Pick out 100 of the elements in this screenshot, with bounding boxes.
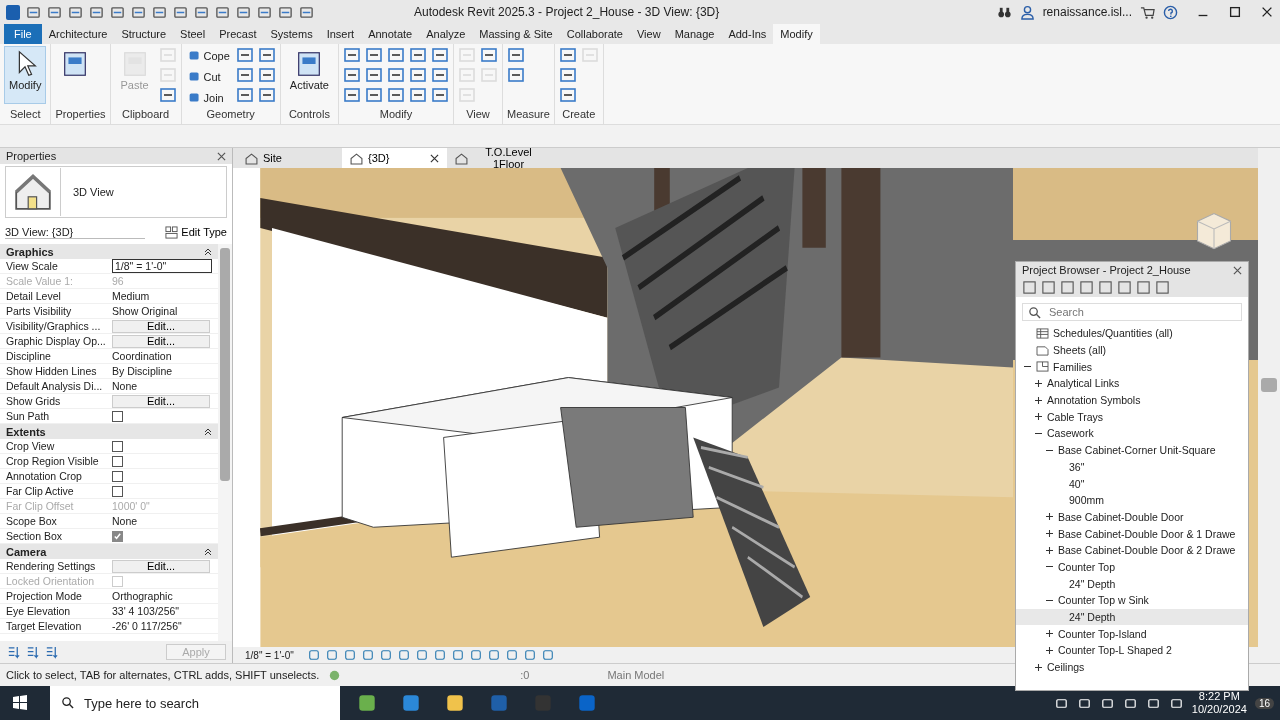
tool-icon[interactable]	[409, 66, 427, 84]
edit-type-button[interactable]: Edit Type	[165, 225, 227, 239]
toolbar-icon[interactable]	[68, 4, 83, 20]
tool-icon[interactable]	[558, 66, 577, 84]
view-control-icon[interactable]	[343, 649, 356, 661]
toolbar-icon[interactable]	[131, 4, 146, 20]
collapse-icon[interactable]	[204, 427, 212, 436]
tree-item[interactable]: Annotation Symbols	[1047, 394, 1141, 407]
plus-icon[interactable]	[1034, 379, 1042, 387]
collapse-icon[interactable]	[204, 547, 212, 556]
view-scale[interactable]: 1/8" = 1'-0"	[245, 649, 294, 661]
clock-date[interactable]: 10/20/2024	[1191, 703, 1247, 716]
panel-label[interactable]: Properties	[55, 108, 106, 122]
tree-item[interactable]: Base Cabinet-Double Door	[1058, 510, 1184, 523]
toolbar-icon[interactable]	[257, 4, 272, 20]
panel-label[interactable]: Select	[4, 108, 47, 122]
tree-item[interactable]: Counter Top-L Shaped 2	[1058, 644, 1172, 657]
view-control-icon[interactable]	[433, 649, 446, 661]
model-dropdown[interactable]: Main Model	[607, 669, 665, 681]
plus-icon[interactable]	[1045, 513, 1053, 521]
edit-button[interactable]: Edit...	[112, 334, 210, 348]
ribbon-tab[interactable]: Massing & Site	[472, 24, 560, 44]
tool-icon[interactable]	[257, 66, 276, 84]
tree-item[interactable]: Casework	[1047, 427, 1094, 440]
tool-icon[interactable]	[235, 66, 254, 84]
sort-icon[interactable]	[25, 644, 40, 660]
ribbon-tab[interactable]: Insert	[319, 24, 362, 44]
view-tab[interactable]: {3D}	[342, 148, 447, 168]
toolbar-icon[interactable]	[299, 4, 314, 20]
ribbon-tab[interactable]: Architecture	[41, 24, 115, 44]
tool-icon[interactable]	[558, 46, 577, 64]
view-control-icon[interactable]	[361, 649, 374, 661]
plus-icon[interactable]	[1045, 546, 1053, 554]
close-icon[interactable]	[430, 153, 439, 163]
tool-icon[interactable]	[343, 66, 361, 84]
taskbar-search-field[interactable]: Type here to search	[50, 686, 340, 720]
app-logo-icon[interactable]	[6, 4, 20, 20]
help-icon[interactable]	[1163, 4, 1178, 20]
checkbox[interactable]	[112, 440, 123, 452]
panel-label[interactable]: Controls	[284, 108, 334, 122]
ribbon-tab[interactable]: View	[630, 24, 668, 44]
sort-icon[interactable]	[44, 644, 59, 660]
panel-label[interactable]: Create	[558, 108, 599, 122]
maximize-icon[interactable]	[1228, 5, 1242, 19]
section-header[interactable]: Graphics	[6, 245, 54, 258]
view-control-icon[interactable]	[451, 649, 464, 661]
browser-tool-icon[interactable]	[1022, 280, 1037, 295]
view-control-icon[interactable]	[415, 649, 428, 661]
checkbox[interactable]	[112, 410, 123, 422]
search-field[interactable]: Search	[1022, 303, 1242, 321]
panel-label[interactable]: Geometry	[185, 108, 276, 122]
ribbon-tab[interactable]: Add-Ins	[721, 24, 774, 44]
tool-icon[interactable]	[343, 46, 361, 64]
edit-button[interactable]: Edit...	[112, 319, 210, 333]
tool-icon[interactable]	[365, 86, 383, 104]
ribbon-button[interactable]: Cope	[185, 46, 232, 65]
tree-item[interactable]: Counter Top-Island	[1058, 627, 1147, 640]
toolbar-icon[interactable]	[47, 4, 62, 20]
scrollbar[interactable]	[218, 244, 232, 641]
tree-item[interactable]: 24" Depth	[1069, 577, 1116, 590]
tool-icon[interactable]	[558, 86, 577, 104]
ribbon-button[interactable]: Cut	[185, 67, 232, 86]
windows-start-icon[interactable]	[12, 695, 28, 711]
view-control-icon[interactable]	[523, 649, 536, 661]
ribbon-tab[interactable]: File	[4, 24, 42, 44]
toolbar-icon[interactable]	[89, 4, 104, 20]
tree-item[interactable]: Analytical Links	[1047, 377, 1120, 390]
tree-item[interactable]: Cable Trays	[1047, 410, 1104, 423]
notification-badge[interactable]: 16	[1254, 697, 1274, 709]
sort-icon[interactable]	[6, 644, 21, 660]
tool-icon[interactable]	[235, 86, 254, 104]
tree-item[interactable]: Base Cabinet-Corner Unit-Square	[1058, 444, 1216, 457]
ribbon-tab[interactable]: Manage	[667, 24, 722, 44]
toolbar-icon[interactable]	[110, 4, 125, 20]
taskbar-app-icon[interactable]	[444, 692, 466, 714]
toolbar-icon[interactable]	[236, 4, 251, 20]
panel-label[interactable]: Clipboard	[114, 108, 177, 122]
user-account-menu[interactable]: renaissance.isl...	[1042, 5, 1132, 19]
browser-tool-icon[interactable]	[1079, 280, 1094, 295]
ribbon-button[interactable]: Modify	[4, 46, 47, 104]
edit-button[interactable]: Edit...	[112, 559, 210, 573]
plus-icon[interactable]	[1045, 630, 1053, 638]
tool-icon[interactable]	[507, 46, 525, 64]
tree-item[interactable]: Base Cabinet-Double Door & 2 Drawe	[1058, 544, 1236, 557]
section-header[interactable]: Camera	[6, 545, 47, 558]
toolbar-icon[interactable]	[194, 4, 209, 20]
tree-item[interactable]: 900mm	[1069, 494, 1104, 507]
toolbar-icon[interactable]	[152, 4, 167, 20]
close-icon[interactable]	[1260, 5, 1274, 19]
tool-icon[interactable]	[387, 46, 405, 64]
tool-icon[interactable]	[257, 46, 276, 64]
browser-tool-icon[interactable]	[1155, 280, 1170, 295]
checkbox[interactable]	[112, 530, 123, 542]
view-control-icon[interactable]	[325, 649, 338, 661]
plus-icon[interactable]	[1045, 530, 1053, 538]
tool-icon[interactable]	[480, 46, 498, 64]
view-control-icon[interactable]	[469, 649, 482, 661]
ribbon-tab[interactable]: Modify	[773, 24, 820, 44]
ribbon-tab[interactable]: Precast	[212, 24, 264, 44]
view-control-icon[interactable]	[505, 649, 518, 661]
